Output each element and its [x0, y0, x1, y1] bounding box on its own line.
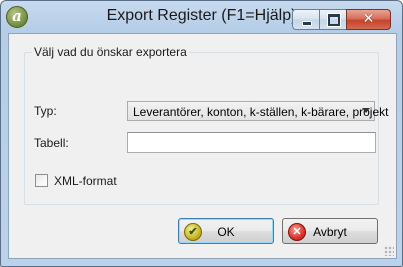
close-icon: ✕ — [362, 11, 375, 27]
chevron-down-icon — [362, 108, 370, 113]
xml-format-label[interactable]: XML-format — [54, 174, 117, 188]
cancel-button-label: Avbryt — [313, 225, 347, 239]
maximize-button[interactable] — [319, 9, 346, 30]
caption-buttons: ✕ — [292, 9, 391, 30]
xml-format-checkbox[interactable] — [35, 174, 48, 187]
tabell-label: Tabell: — [34, 136, 69, 150]
close-button[interactable]: ✕ — [346, 9, 391, 30]
ok-button[interactable]: ✔ OK — [178, 218, 274, 244]
tabell-input[interactable] — [127, 132, 376, 153]
dialog-body: Välj vad du önskar exportera Typ: Levera… — [8, 33, 397, 259]
minimize-button[interactable] — [292, 9, 319, 30]
minimize-icon — [302, 21, 312, 26]
cancel-button[interactable]: ✕ Avbryt — [282, 218, 378, 244]
maximize-icon — [327, 13, 341, 27]
typ-dropdown[interactable]: Leverantörer, konton, k-ställen, k-bärar… — [127, 101, 388, 121]
ok-button-label: OK — [217, 225, 235, 239]
group-legend: Välj vad du önskar exportera — [32, 45, 189, 59]
typ-label: Typ: — [34, 104, 57, 118]
title-bar[interactable]: a Export Register (F1=Hjälp) ✕ — [1, 1, 402, 33]
typ-dropdown-value: Leverantörer, konton, k-ställen, k-bärar… — [133, 105, 389, 119]
export-register-dialog: a Export Register (F1=Hjälp) ✕ Välj vad … — [0, 0, 403, 267]
export-options-group: Välj vad du önskar exportera Typ: Levera… — [24, 45, 388, 205]
resize-grip[interactable] — [384, 246, 394, 256]
